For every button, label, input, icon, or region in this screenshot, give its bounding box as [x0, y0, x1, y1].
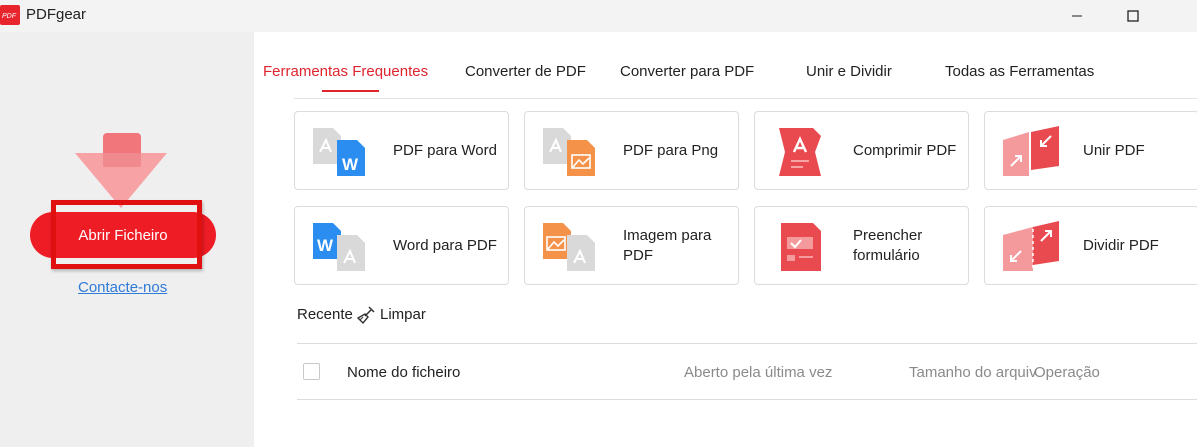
active-tab-indicator	[322, 90, 379, 92]
image-to-pdf-icon	[543, 223, 595, 271]
split-pdf-icon	[1003, 221, 1059, 271]
tab-frequent-tools[interactable]: Ferramentas Frequentes	[263, 63, 428, 80]
svg-text:PDF: PDF	[2, 13, 17, 20]
svg-text:W: W	[342, 155, 359, 174]
clear-recent-button[interactable]: Limpar	[380, 306, 426, 323]
tool-card-label: Word para PDF	[393, 236, 497, 254]
tool-card-pdf-to-png[interactable]: PDF para Png	[524, 111, 739, 190]
tool-card-label: Imagem para PDF	[623, 226, 712, 264]
tool-card-label: PDF para Word	[393, 141, 497, 159]
tool-card-label: PDF para Png	[623, 141, 719, 159]
tool-card-compress-pdf[interactable]: Comprimir PDF	[754, 111, 969, 190]
open-file-button-label: Abrir Ficheiro	[78, 226, 168, 244]
tab-merge-split[interactable]: Unir e Dividir	[806, 63, 892, 80]
tool-card-label: Preencher formulário	[853, 226, 923, 264]
tab-all-tools[interactable]: Todas as Ferramentas	[945, 63, 1094, 80]
compress-pdf-icon	[779, 128, 821, 176]
tool-tabs: Ferramentas Frequentes Converter de PDF …	[254, 56, 1197, 98]
merge-pdf-icon	[1003, 126, 1059, 176]
title-bar: PDF PDFgear	[0, 0, 1197, 32]
tool-card-pdf-to-word[interactable]: W PDF para Word	[294, 111, 509, 190]
tool-card-label: Comprimir PDF	[853, 141, 957, 159]
tab-convert-from-pdf[interactable]: Converter de PDF	[465, 63, 586, 80]
tabs-divider	[294, 98, 1197, 99]
minimize-icon	[1072, 15, 1082, 17]
tool-card-label: Dividir PDF	[1083, 236, 1159, 254]
tool-card-label: Unir PDF	[1083, 141, 1145, 159]
open-file-button[interactable]: Abrir Ficheiro	[30, 212, 216, 258]
column-header-file-name[interactable]: Nome do ficheiro	[347, 364, 460, 381]
tool-card-merge-pdf[interactable]: Unir PDF	[984, 111, 1197, 190]
svg-text:W: W	[317, 236, 334, 255]
word-to-pdf-icon: W	[313, 223, 365, 271]
column-header-file-size[interactable]: Tamanho do arquiv	[909, 364, 1037, 381]
app-title: PDFgear	[26, 6, 87, 23]
recent-heading: Recente	[297, 306, 353, 323]
recent-table-top-divider	[297, 343, 1197, 344]
minimize-button[interactable]	[1054, 0, 1100, 32]
column-header-operation: Operação	[1034, 364, 1100, 381]
tool-card-split-pdf[interactable]: Dividir PDF	[984, 206, 1197, 285]
contact-link[interactable]: Contacte-nos	[78, 279, 167, 296]
maximize-icon	[1127, 10, 1139, 22]
tool-card-word-to-pdf[interactable]: W Word para PDF	[294, 206, 509, 285]
select-all-checkbox[interactable]	[303, 363, 320, 380]
fill-form-icon	[781, 223, 821, 271]
column-header-last-opened[interactable]: Aberto pela última vez	[684, 364, 832, 381]
recent-table-bottom-divider	[297, 399, 1197, 400]
tab-convert-to-pdf[interactable]: Converter para PDF	[620, 63, 754, 80]
maximize-button[interactable]	[1110, 0, 1156, 32]
tool-card-image-to-pdf[interactable]: Imagem para PDF	[524, 206, 739, 285]
pdfgear-logo-icon: PDF	[0, 5, 20, 25]
pdf-to-word-icon: W	[313, 128, 365, 176]
pdf-to-png-icon	[543, 128, 595, 176]
broom-icon[interactable]	[356, 305, 376, 325]
tool-card-fill-form[interactable]: Preencher formulário	[754, 206, 969, 285]
